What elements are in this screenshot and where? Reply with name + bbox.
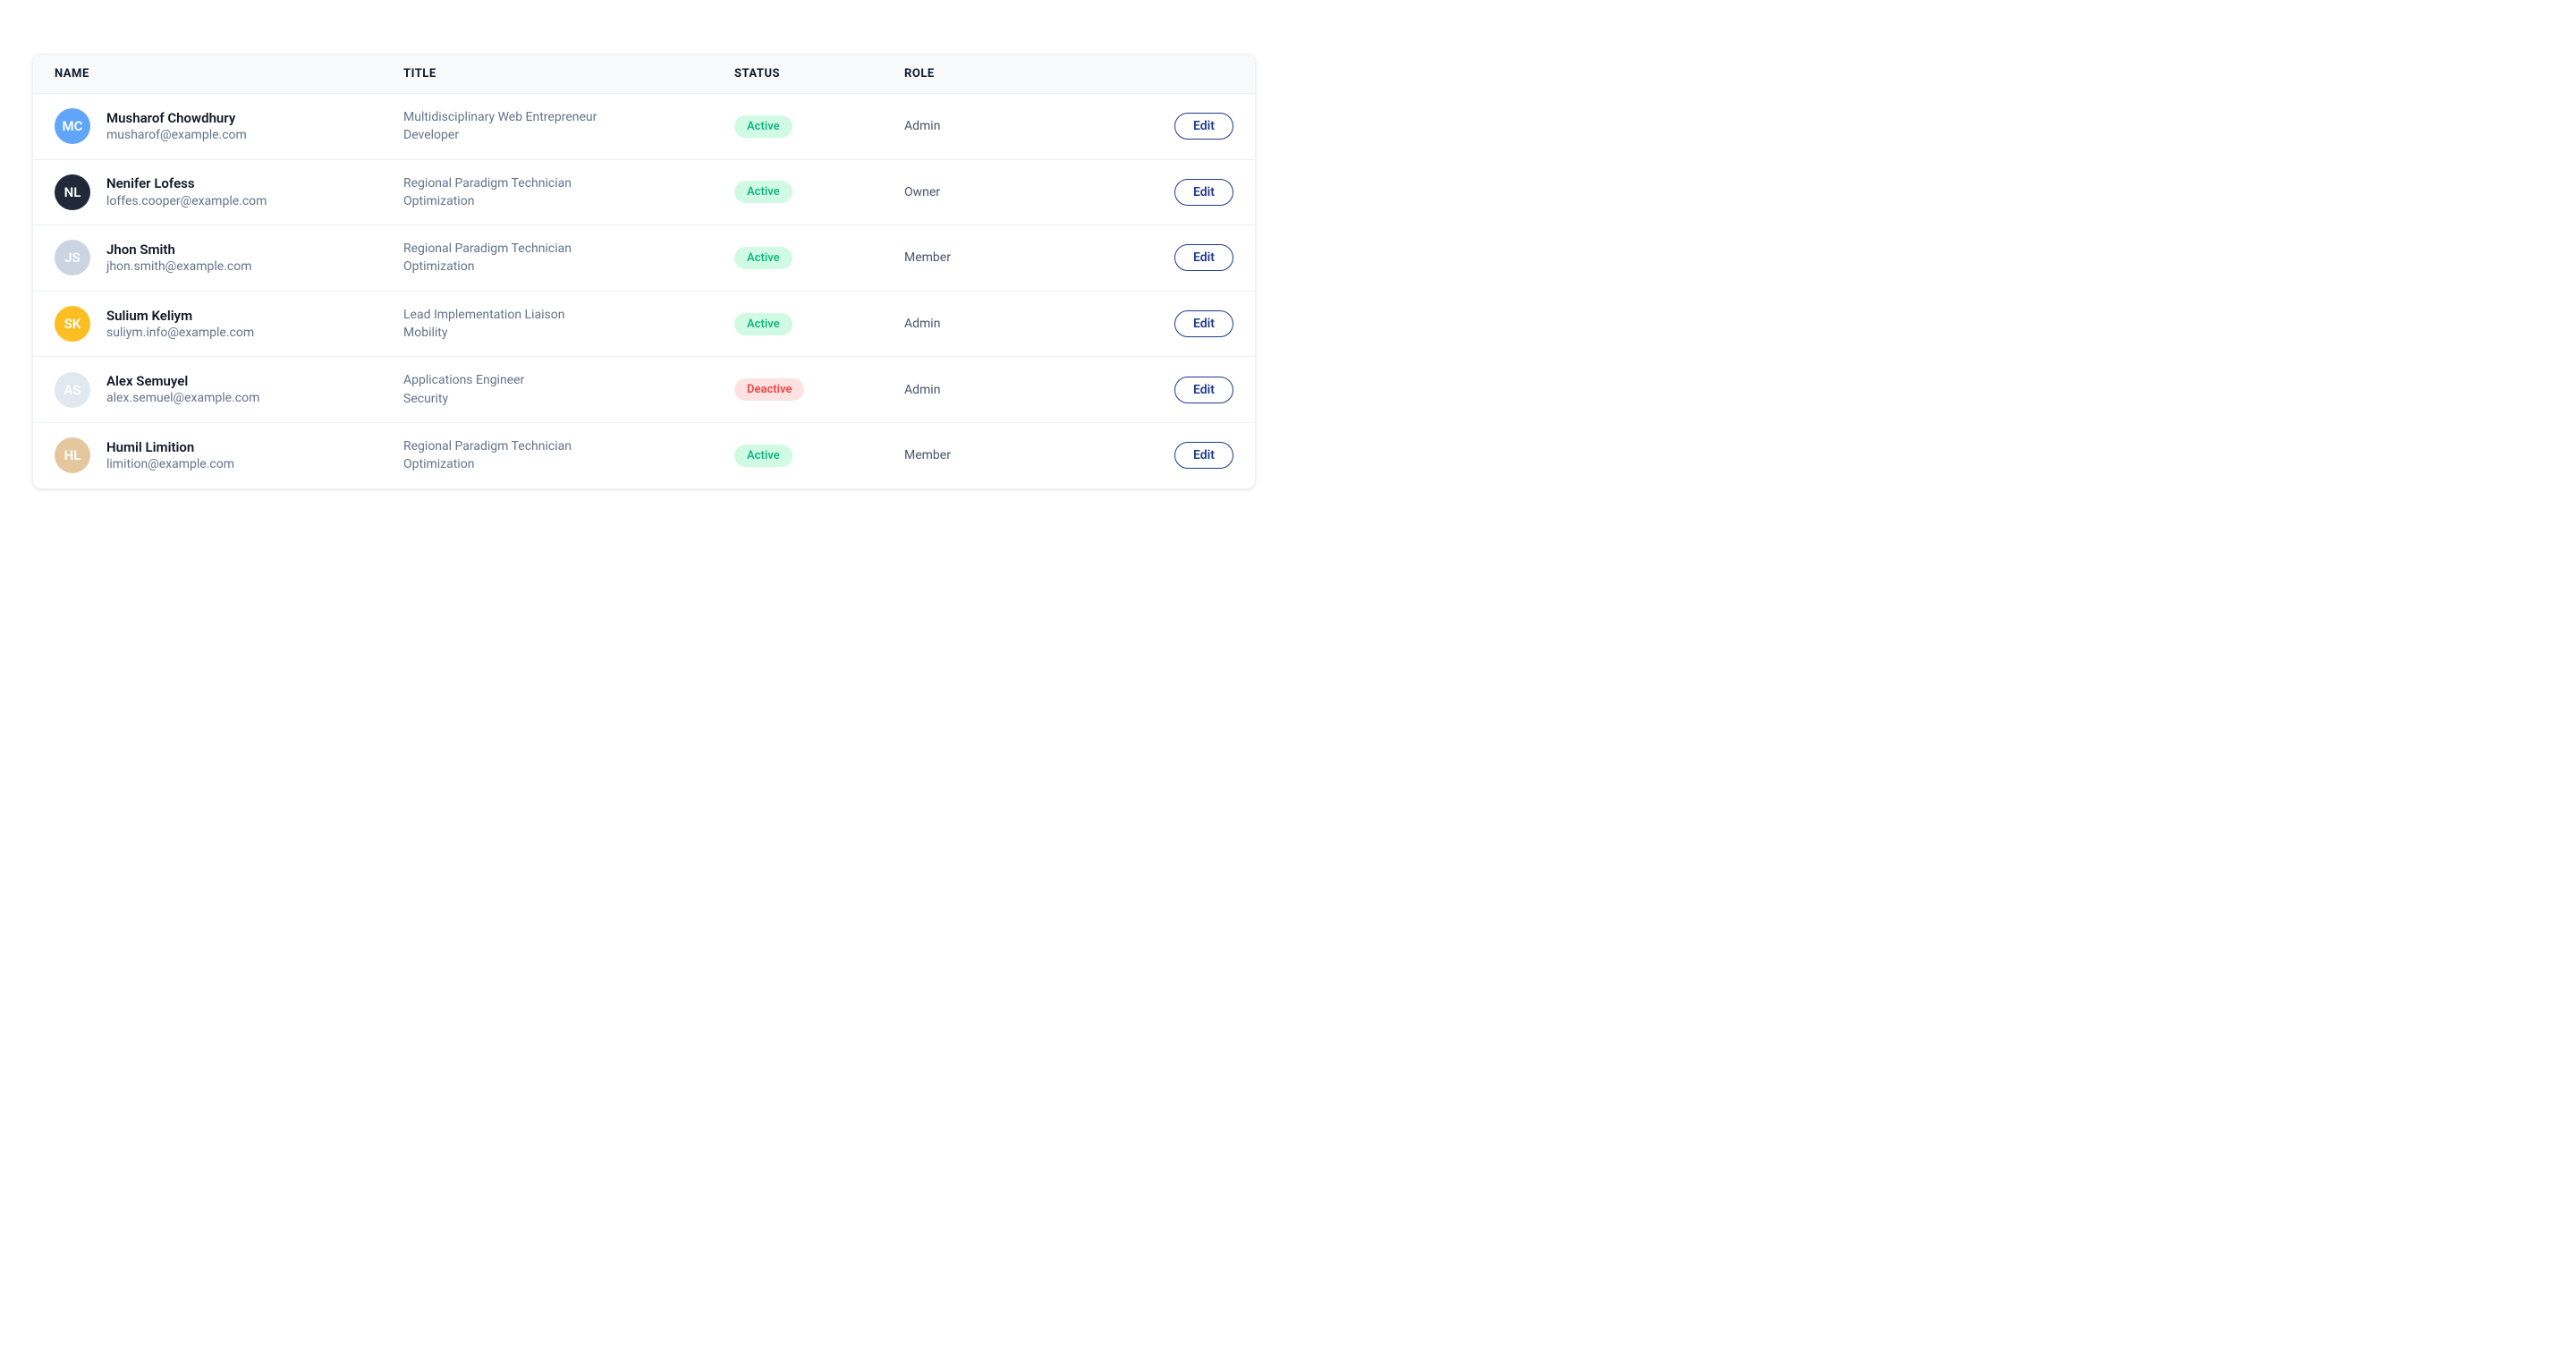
user-cell: MC Musharof Chowdhurymusharof@example.com xyxy=(55,108,403,144)
user-cell: SK Sulium Keliymsuliym.info@example.com xyxy=(55,306,403,342)
table-body: MC Musharof Chowdhurymusharof@example.com… xyxy=(33,93,1255,488)
status-cell: Active xyxy=(734,445,904,467)
avatar: SK xyxy=(55,306,90,342)
status-cell: Active xyxy=(734,313,904,335)
user-cell: JS Jhon Smithjhon.smith@example.com xyxy=(55,240,403,275)
job-title: Multidisciplinary Web Entrepreneur xyxy=(403,108,734,126)
user-email: suliym.info@example.com xyxy=(106,325,254,342)
job-title: Regional Paradigm Technician xyxy=(403,174,734,192)
table-row: JS Jhon Smithjhon.smith@example.com Region… xyxy=(33,225,1255,291)
column-header-title: TITLE xyxy=(403,67,734,81)
user-email: musharof@example.com xyxy=(106,127,247,144)
edit-button[interactable]: Edit xyxy=(1174,179,1233,206)
action-cell: Edit xyxy=(1101,244,1233,271)
job-title: Lead Implementation Liaison xyxy=(403,306,734,324)
edit-button[interactable]: Edit xyxy=(1174,310,1233,337)
job-title: Regional Paradigm Technician xyxy=(403,437,734,455)
edit-button[interactable]: Edit xyxy=(1174,113,1233,140)
status-badge: Active xyxy=(734,181,792,203)
job-department: Developer xyxy=(403,126,734,144)
avatar: HL xyxy=(55,437,90,473)
action-cell: Edit xyxy=(1101,179,1233,206)
edit-button[interactable]: Edit xyxy=(1174,377,1233,403)
user-name: Nenifer Lofess xyxy=(106,174,267,192)
table-header: NAME TITLE STATUS ROLE xyxy=(33,55,1255,93)
job-department: Security xyxy=(403,390,734,408)
column-header-name: NAME xyxy=(55,67,403,81)
user-email: limition@example.com xyxy=(106,456,234,473)
title-cell: Applications EngineerSecurity xyxy=(403,371,734,408)
job-title: Regional Paradigm Technician xyxy=(403,240,734,258)
users-table: NAME TITLE STATUS ROLE MC Musharof Chowdh… xyxy=(32,54,1256,489)
action-cell: Edit xyxy=(1101,310,1233,337)
user-name: Jhon Smith xyxy=(106,241,251,258)
user-cell: HL Humil Limitionlimition@example.com xyxy=(55,437,403,473)
job-title: Applications Engineer xyxy=(403,371,734,389)
status-badge: Active xyxy=(734,247,792,269)
action-cell: Edit xyxy=(1101,113,1233,140)
role-cell: Admin xyxy=(904,383,1101,397)
job-department: Optimization xyxy=(403,192,734,210)
user-cell: AS Alex Semuyelalex.semuel@example.com xyxy=(55,372,403,408)
status-badge: Active xyxy=(734,445,792,467)
job-department: Mobility xyxy=(403,324,734,342)
role-cell: Admin xyxy=(904,317,1101,331)
role-cell: Member xyxy=(904,250,1101,265)
job-department: Optimization xyxy=(403,455,734,473)
status-badge: Deactive xyxy=(734,378,804,401)
avatar: NL xyxy=(55,174,90,210)
user-name: Alex Semuyel xyxy=(106,372,259,390)
user-email: jhon.smith@example.com xyxy=(106,258,251,275)
table-row: HL Humil Limitionlimition@example.com Regi… xyxy=(33,422,1255,488)
user-name: Humil Limition xyxy=(106,438,234,456)
title-cell: Multidisciplinary Web EntrepreneurDevelo… xyxy=(403,108,734,145)
avatar: AS xyxy=(55,372,90,408)
title-cell: Regional Paradigm TechnicianOptimization xyxy=(403,437,734,474)
column-header-role: ROLE xyxy=(904,67,1101,81)
title-cell: Lead Implementation LiaisonMobility xyxy=(403,306,734,343)
status-badge: Active xyxy=(734,313,792,335)
edit-button[interactable]: Edit xyxy=(1174,244,1233,271)
table-row: AS Alex Semuyelalex.semuel@example.com App… xyxy=(33,356,1255,422)
job-department: Optimization xyxy=(403,258,734,275)
role-cell: Member xyxy=(904,448,1101,462)
user-cell: NL Nenifer Lofessloffes.cooper@example.co… xyxy=(55,174,403,210)
user-email: loffes.cooper@example.com xyxy=(106,193,267,210)
action-cell: Edit xyxy=(1101,377,1233,403)
title-cell: Regional Paradigm TechnicianOptimization xyxy=(403,240,734,276)
role-cell: Owner xyxy=(904,185,1101,199)
status-cell: Active xyxy=(734,181,904,203)
edit-button[interactable]: Edit xyxy=(1174,442,1233,469)
user-email: alex.semuel@example.com xyxy=(106,390,259,407)
column-header-status: STATUS xyxy=(734,67,904,81)
avatar: JS xyxy=(55,240,90,275)
role-cell: Admin xyxy=(904,119,1101,133)
action-cell: Edit xyxy=(1101,442,1233,469)
table-row: MC Musharof Chowdhurymusharof@example.com… xyxy=(33,93,1255,159)
status-cell: Deactive xyxy=(734,378,904,401)
avatar: MC xyxy=(55,108,90,144)
status-cell: Active xyxy=(734,115,904,138)
title-cell: Regional Paradigm TechnicianOptimization xyxy=(403,174,734,211)
status-cell: Active xyxy=(734,247,904,269)
user-name: Sulium Keliym xyxy=(106,307,254,325)
table-row: NL Nenifer Lofessloffes.cooper@example.co… xyxy=(33,159,1255,225)
user-name: Musharof Chowdhury xyxy=(106,109,247,127)
status-badge: Active xyxy=(734,115,792,138)
table-row: SK Sulium Keliymsuliym.info@example.com Le… xyxy=(33,291,1255,357)
